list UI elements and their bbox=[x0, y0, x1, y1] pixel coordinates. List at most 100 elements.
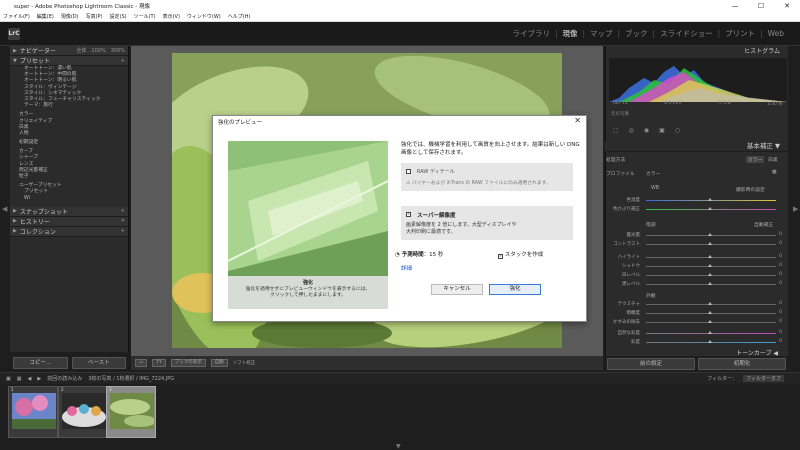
menu-settings[interactable]: 設定(S) bbox=[110, 13, 127, 20]
filmstrip-thumb[interactable]: 2 bbox=[58, 386, 108, 438]
wb-select[interactable]: 撮影時の設定 bbox=[736, 186, 765, 193]
preset-group[interactable]: 人物 bbox=[10, 131, 128, 137]
cancel-button[interactable]: キャンセル bbox=[431, 284, 483, 295]
vibrance-slider[interactable]: 自然な彩度 0 bbox=[612, 329, 783, 338]
display-options[interactable]: ブックの表示 bbox=[170, 359, 206, 367]
filmstrip-thumb-selected[interactable]: 3 bbox=[106, 386, 156, 438]
history-header[interactable]: ▶ ヒストリー ✕ bbox=[10, 216, 128, 227]
spot-removal-icon[interactable]: ◎ bbox=[629, 127, 634, 134]
raw-detail-checkbox[interactable] bbox=[406, 169, 411, 174]
estimated-time-value: 15 秒 bbox=[429, 252, 444, 258]
softproof-checkbox[interactable]: ソフト校正 bbox=[233, 360, 256, 366]
shutter-speed: 1/30 秒 bbox=[766, 102, 783, 107]
dehaze-slider[interactable]: かすみの除去 0 bbox=[612, 318, 782, 327]
module-book[interactable]: ブック bbox=[625, 28, 648, 39]
screen-1-icon[interactable]: ▣ bbox=[6, 376, 11, 382]
warning-icon: ⚠ bbox=[406, 181, 411, 186]
profile-label: プロファイル bbox=[606, 172, 635, 177]
whites-slider[interactable]: 白レベル 0 bbox=[612, 271, 782, 280]
previous-settings-button[interactable]: 前の設定 bbox=[607, 358, 695, 370]
preset-item[interactable]: テーマ：旅行 bbox=[10, 103, 128, 109]
filmstrip-source[interactable]: 前回の読み込み bbox=[47, 375, 82, 382]
paste-button[interactable]: ペースト bbox=[71, 357, 126, 369]
masking-icon[interactable]: ▣ bbox=[659, 127, 665, 134]
tint-slider[interactable]: 色かぶり補正 bbox=[612, 205, 782, 214]
tone-curve-header[interactable]: トーンカーブ ◀ bbox=[606, 348, 786, 357]
menu-view[interactable]: 表示(V) bbox=[163, 13, 180, 20]
collections-header[interactable]: ▶ コレクション + bbox=[10, 226, 128, 237]
menu-tools[interactable]: ツール(T) bbox=[134, 13, 156, 20]
ab-view-button[interactable]: YY bbox=[152, 359, 166, 367]
module-map[interactable]: マップ bbox=[590, 28, 613, 39]
menu-develop[interactable]: 現像(D) bbox=[61, 13, 79, 20]
forward-arrow-icon[interactable]: ▶ bbox=[37, 376, 41, 382]
back-arrow-icon[interactable]: ◀ bbox=[27, 376, 31, 382]
navigator-header[interactable]: ▶ ナビゲーター 全体 100% 300% bbox=[10, 46, 128, 56]
menu-window[interactable]: ウィンドウ(W) bbox=[187, 13, 221, 20]
left-panel-toggle-icon[interactable]: ◀ bbox=[2, 205, 7, 213]
filmstrip-toggle-icon[interactable]: ▼ bbox=[396, 443, 401, 450]
snapshots-header[interactable]: ▶ スナップショット + bbox=[10, 206, 128, 217]
exposure-slider[interactable]: 露光量 0 bbox=[612, 231, 783, 240]
filmstrip-thumb[interactable]: 1 bbox=[8, 386, 58, 438]
radial-filter-icon[interactable]: ○ bbox=[675, 127, 680, 134]
preset-item[interactable]: Wi bbox=[10, 196, 128, 202]
basic-panel-header[interactable]: 基本補正 ▼ bbox=[605, 141, 788, 152]
highlights-slider[interactable]: ハイライト 0 bbox=[612, 253, 782, 262]
grid-view-icon[interactable]: ▦ bbox=[17, 376, 22, 382]
preset-group[interactable]: 粒子 bbox=[10, 174, 128, 180]
original-photo-checkbox[interactable]: 元の写真 bbox=[611, 111, 629, 117]
clear-history-icon[interactable]: ✕ bbox=[121, 218, 125, 224]
right-panel-toggle-icon[interactable]: ▶ bbox=[793, 205, 798, 213]
blacks-slider[interactable]: 黒レベル 0 bbox=[612, 280, 782, 289]
presets-header[interactable]: ▼ プリセット + bbox=[10, 56, 128, 66]
saturation-slider[interactable]: 彩度 0 bbox=[612, 338, 782, 347]
add-preset-icon[interactable]: + bbox=[121, 58, 125, 64]
clarity-slider[interactable]: 明瞭度 0 bbox=[612, 309, 783, 318]
contrast-slider[interactable]: コントラスト 0 bbox=[612, 240, 782, 249]
filmstrip-count: 3枚の写真 / 1枚選択 / IMG_7224.JPG bbox=[88, 376, 175, 382]
basic-title: 基本補正 bbox=[746, 142, 773, 150]
maximize-button[interactable]: ☐ bbox=[748, 0, 774, 12]
create-stack-checkbox[interactable]: ✓ bbox=[498, 254, 503, 259]
history-title: ヒストリー bbox=[19, 218, 50, 226]
preview-caption: 強化 強化を適用せずにプレビューウィンドウを表示するには、 クリックして押したま… bbox=[228, 276, 388, 309]
menu-file[interactable]: ファイル(F) bbox=[3, 13, 30, 20]
dialog-close-button[interactable]: ✕ bbox=[574, 116, 581, 125]
preset-group[interactable]: 初期設定 bbox=[10, 140, 128, 146]
module-develop[interactable]: 現像 bbox=[562, 28, 577, 39]
shadows-slider[interactable]: シャドウ 0 bbox=[612, 262, 782, 271]
zoom-options[interactable]: 全体 100% 300% bbox=[76, 47, 125, 54]
loupe-view-button[interactable]: ▭ bbox=[135, 359, 148, 367]
menu-edit[interactable]: 編集(E) bbox=[37, 13, 54, 20]
filter-select[interactable]: フィルターオフ bbox=[743, 375, 784, 382]
module-library[interactable]: ライブラリ bbox=[512, 28, 550, 39]
histogram[interactable] bbox=[609, 58, 787, 102]
menu-help[interactable]: ヘルプ(H) bbox=[228, 13, 251, 20]
sample-select[interactable]: 自動 bbox=[210, 359, 228, 367]
add-snapshot-icon[interactable]: + bbox=[121, 208, 125, 214]
copy-button[interactable]: コピー... bbox=[13, 357, 68, 369]
bw-treatment-button[interactable]: 白黒 bbox=[768, 156, 778, 163]
module-print[interactable]: プリント bbox=[725, 28, 755, 39]
texture-slider[interactable]: テクスチャ 0 bbox=[612, 300, 782, 309]
enhance-description: 強化では、機械学習を利用して画質を向上させます。結果は新しい DNG 画像として… bbox=[401, 142, 580, 156]
close-window-button[interactable]: ✕ bbox=[774, 0, 800, 12]
color-treatment-button[interactable]: カラー bbox=[746, 156, 765, 163]
profile-select[interactable]: カラー bbox=[646, 170, 660, 177]
module-picker: ライブラリ | 現像 | マップ | ブック | スライドショー | プリント | Web bbox=[512, 28, 784, 39]
module-web[interactable]: Web bbox=[768, 29, 784, 38]
menu-photo[interactable]: 写真(P) bbox=[86, 13, 103, 20]
module-slideshow[interactable]: スライドショー bbox=[660, 28, 713, 39]
minimize-button[interactable]: — bbox=[722, 0, 748, 12]
super-resolution-checkbox[interactable]: ✓ bbox=[406, 212, 411, 217]
enhance-button[interactable]: 強化 bbox=[489, 284, 541, 295]
reset-button[interactable]: 初期化 bbox=[698, 358, 786, 370]
profile-browser-icon[interactable]: ▦ bbox=[772, 170, 777, 175]
crop-icon[interactable]: ⬚ bbox=[613, 127, 619, 134]
add-collection-icon[interactable]: + bbox=[121, 228, 125, 234]
red-eye-icon[interactable]: ◉ bbox=[644, 127, 649, 134]
details-link[interactable]: 詳細 bbox=[401, 264, 412, 272]
temp-slider[interactable]: 色温度 bbox=[612, 196, 782, 205]
auto-tone-button[interactable]: 自動補正 bbox=[754, 221, 773, 228]
